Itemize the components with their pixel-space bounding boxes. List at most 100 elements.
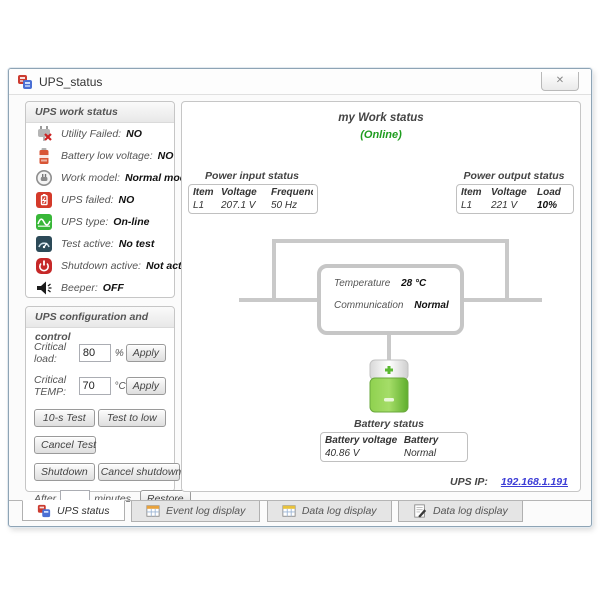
shutdown-row: Shutdown Cancel shutdown bbox=[26, 463, 174, 481]
shutdown-button[interactable]: Shutdown bbox=[34, 463, 95, 481]
config-group: UPS configuration and control Critical l… bbox=[25, 306, 175, 492]
status-label: Utility Failed: bbox=[61, 128, 121, 140]
critical-load-row: Critical load: % Apply bbox=[26, 341, 174, 365]
work-model-icon bbox=[35, 169, 53, 187]
status-label: Shutdown active: bbox=[61, 260, 141, 272]
ups-type-icon bbox=[35, 213, 53, 231]
bypass-line-right bbox=[505, 239, 509, 302]
table-header-row: Item Voltage Load bbox=[461, 186, 569, 199]
power-line-right bbox=[464, 298, 542, 302]
cell-load: 10% bbox=[537, 199, 569, 212]
critical-temp-unit: °C bbox=[115, 381, 126, 392]
ups-ip-label: UPS IP: bbox=[450, 476, 488, 488]
battery-line bbox=[387, 335, 391, 362]
ups-status-tab-icon bbox=[37, 504, 51, 518]
tab-label: Data log display bbox=[433, 505, 508, 517]
tab-data-log-2[interactable]: Data log display bbox=[398, 501, 523, 522]
col-voltage: Voltage bbox=[221, 186, 271, 199]
temperature-label: Temperature bbox=[334, 278, 390, 289]
ups-ip-row: UPS IP: 192.168.1.191 bbox=[450, 476, 568, 488]
test-to-low-button[interactable]: Test to low bbox=[98, 409, 166, 427]
status-row-ups-failed: UPS failed: NO bbox=[26, 189, 174, 211]
battery-status-title: Battery status bbox=[289, 418, 489, 430]
col-load: Load bbox=[537, 186, 569, 199]
apply-temp-button[interactable]: Apply bbox=[126, 377, 166, 395]
col-battery-status: Battery status bbox=[404, 434, 463, 447]
battery-low-icon bbox=[35, 147, 53, 165]
cell-item: L1 bbox=[461, 199, 491, 212]
bypass-line-top bbox=[272, 239, 509, 243]
status-row-battery-low: Battery low voltage: NO bbox=[26, 145, 174, 167]
power-line-left bbox=[239, 298, 317, 302]
battery-icon bbox=[367, 359, 411, 414]
test-10s-button[interactable]: 10-s Test bbox=[34, 409, 95, 427]
test-buttons-row: 10-s Test Test to low bbox=[26, 409, 174, 427]
status-row-work-model: Work model: Normal mode bbox=[26, 167, 174, 189]
status-label: Work model: bbox=[61, 172, 120, 184]
status-label: UPS type: bbox=[61, 216, 108, 228]
critical-load-unit: % bbox=[115, 348, 126, 359]
main-status-panel: my Work status (Online) Power input stat… bbox=[181, 101, 581, 492]
status-value: No test bbox=[119, 238, 155, 250]
communication-value: Normal bbox=[414, 300, 448, 311]
data-log-edit-tab-icon bbox=[413, 504, 427, 518]
status-row-shutdown-active: Shutdown active: Not active bbox=[26, 255, 174, 277]
tab-ups-status[interactable]: UPS status bbox=[22, 500, 125, 521]
status-row-test-active: Test active: No test bbox=[26, 233, 174, 255]
temperature-value: 28 °C bbox=[401, 278, 426, 289]
test-active-icon bbox=[35, 235, 53, 253]
temperature-row: Temperature 28 °C bbox=[334, 278, 460, 289]
cell-voltage: 221 V bbox=[491, 199, 537, 212]
battery-table: Battery voltage Battery status 40.86 V N… bbox=[320, 432, 468, 462]
title-bar[interactable]: UPS_status bbox=[9, 69, 591, 95]
power-output-table: Item Voltage Load L1 221 V 10% bbox=[456, 184, 574, 214]
status-value: NO bbox=[158, 150, 174, 162]
critical-temp-row: Critical TEMP: °C Apply bbox=[26, 374, 174, 398]
event-log-tab-icon bbox=[146, 504, 160, 518]
ups-ip-link[interactable]: 192.168.1.191 bbox=[501, 476, 568, 488]
status-label: Test active: bbox=[61, 238, 114, 250]
cell-frequency: 50 Hz bbox=[271, 199, 313, 212]
online-status: (Online) bbox=[182, 129, 580, 141]
table-header-row: Battery voltage Battery status bbox=[325, 434, 463, 447]
ups-failed-icon bbox=[35, 191, 53, 209]
power-output-title: Power output status bbox=[454, 170, 574, 182]
close-button[interactable]: ✕ bbox=[541, 72, 579, 91]
apply-load-button[interactable]: Apply bbox=[126, 344, 166, 362]
tab-bar: UPS status Event log display Data log di… bbox=[9, 500, 591, 524]
status-value: On-line bbox=[113, 216, 149, 228]
status-label: Battery low voltage: bbox=[61, 150, 153, 162]
tab-data-log[interactable]: Data log display bbox=[267, 501, 392, 522]
status-label: Beeper: bbox=[61, 282, 98, 294]
critical-temp-label: Critical TEMP: bbox=[34, 374, 79, 398]
status-value: NO bbox=[126, 128, 142, 140]
cancel-test-row: Cancel Test bbox=[26, 436, 174, 454]
window-title: UPS_status bbox=[39, 75, 102, 89]
tab-label: Event log display bbox=[166, 505, 245, 517]
table-header-row: Item Voltage Frequency bbox=[193, 186, 313, 199]
critical-load-input[interactable] bbox=[79, 344, 111, 362]
app-icon bbox=[17, 74, 33, 90]
tab-label: UPS status bbox=[57, 505, 110, 517]
config-header: UPS configuration and control bbox=[26, 307, 174, 328]
tab-event-log[interactable]: Event log display bbox=[131, 501, 260, 522]
shutdown-active-icon bbox=[35, 257, 53, 275]
col-voltage: Voltage bbox=[491, 186, 537, 199]
table-row: 40.86 V Normal bbox=[325, 447, 463, 460]
power-input-title: Power input status bbox=[188, 170, 316, 182]
work-status-group: UPS work status Utility Failed: NO Batte… bbox=[25, 101, 175, 298]
critical-temp-input[interactable] bbox=[79, 377, 111, 395]
status-row-ups-type: UPS type: On-line bbox=[26, 211, 174, 233]
status-row-beeper: Beeper: OFF bbox=[26, 277, 174, 299]
utility-failed-icon bbox=[35, 125, 53, 143]
work-status-title: my Work status bbox=[182, 112, 580, 124]
col-frequency: Frequency bbox=[271, 186, 313, 199]
cancel-test-button[interactable]: Cancel Test bbox=[34, 436, 96, 454]
cancel-shutdown-button[interactable]: Cancel shutdown bbox=[98, 463, 180, 481]
status-value: NO bbox=[119, 194, 135, 206]
col-item: Item bbox=[193, 186, 221, 199]
cell-battery-voltage: 40.86 V bbox=[325, 447, 404, 460]
power-input-table: Item Voltage Frequency L1 207.1 V 50 Hz bbox=[188, 184, 318, 214]
beeper-icon bbox=[35, 279, 53, 297]
tab-label: Data log display bbox=[302, 505, 377, 517]
